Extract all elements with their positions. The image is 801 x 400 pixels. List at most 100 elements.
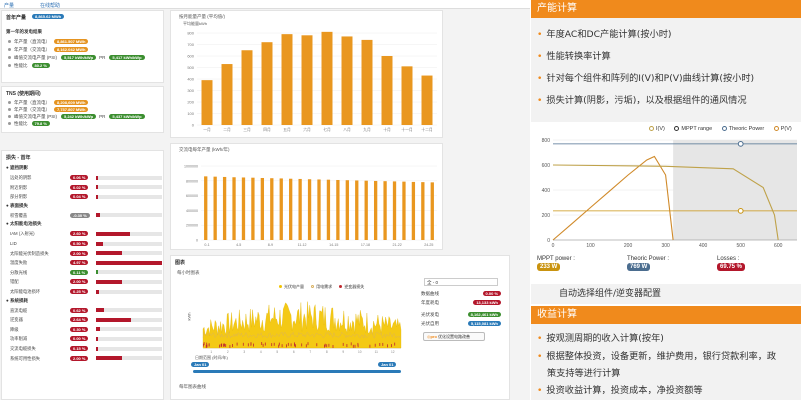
feature-list: • 按观测周期的收入计算(按年) • 根据整体投资，设备更新，维护费用，银行贷款利率… (531, 324, 801, 400)
x-tick-label: 二月 (223, 127, 231, 132)
bar (222, 176, 227, 240)
series-select[interactable]: 全 - 0 (424, 278, 498, 286)
loss-bar-track (96, 336, 162, 341)
inverter-loss-mark (294, 342, 295, 346)
loss-value: 2.00 % (70, 250, 89, 256)
bullet-icon (8, 40, 11, 43)
inverter-loss-mark (242, 342, 244, 346)
date-range-slider[interactable] (193, 370, 401, 373)
bullet-icon (8, 101, 11, 104)
loss-row: 分散光线 0.11 % (8, 269, 162, 276)
inverter-loss-mark (382, 342, 384, 346)
x-tick-label: 12 (391, 350, 395, 354)
bar (411, 181, 416, 240)
y-tick-label: 0 (196, 239, 198, 243)
loss-bar-track (96, 308, 162, 313)
inverter-loss-mark (387, 344, 388, 348)
inverter-loss-mark (271, 343, 273, 347)
inverter-loss-mark (369, 344, 371, 348)
loss-row: 错配 2.00 % (8, 278, 162, 285)
loss-row: 温度失败 4.97 % (8, 259, 162, 266)
loss-value: 2.00 % (70, 279, 89, 285)
loss-row: 太阳能光伏制造损失 2.00 % (8, 250, 162, 257)
loss-value: 0.06 % (70, 175, 89, 180)
optimize-button[interactable]: ◎pro 优化设置电路改善 (423, 332, 485, 341)
inverter-loss-mark (342, 342, 344, 346)
bar (321, 31, 333, 126)
online-help-link[interactable]: 在线帮助 (40, 2, 60, 9)
theoric-point (737, 140, 744, 147)
inverter-loss-mark (379, 342, 381, 346)
panel-title: TNS (使用期间) (6, 91, 41, 97)
list-item: • 按观测周期的收入计算(按年) (537, 333, 664, 344)
inverter-loss-mark (286, 344, 287, 348)
loss-bar-track (96, 231, 162, 236)
y-tick-label: 200 (187, 100, 194, 105)
y-tick-label: 300 (187, 88, 194, 93)
iv-caption: 自动选择组件/逆变器配置 (559, 289, 662, 299)
bullet-icon (8, 64, 11, 67)
loss-label: IAM (入射光) (10, 231, 35, 237)
inverter-loss-mark (394, 342, 396, 346)
x-tick-label: 21-22 (393, 243, 402, 247)
stat-row: 峰值交流电产量 (PSI) 5,242 kWh/kWp PR 5,437 kWh/kW… (8, 113, 145, 120)
loss-bar-track (96, 317, 162, 322)
bar (373, 180, 378, 240)
loss-value: 0.00 % (70, 336, 89, 342)
bar (241, 50, 253, 125)
inverter-loss-mark (261, 342, 263, 346)
inverter-loss-mark (281, 344, 283, 348)
loss-bar-track (96, 270, 162, 275)
y-tick-label: 200000 (186, 224, 198, 228)
revenue-section: 收益计算 • 按观测周期的收入计算(按年) • 根据整体投资，设备更新，维护费用，银… (531, 306, 801, 400)
loss-bar-track (96, 241, 162, 246)
bar (289, 178, 293, 240)
loss-label: 降级 (10, 326, 19, 332)
range-end-handle[interactable]: Jan 01 (378, 362, 397, 367)
loss-value: 2.64 % (70, 317, 89, 323)
x-tick-label: 7 (309, 350, 311, 354)
inverter-loss-mark (250, 342, 252, 346)
loss-section-title: ● 表面损失 (6, 202, 28, 208)
loss-bar-track (96, 346, 162, 351)
y-tick-label: 800 (187, 31, 194, 36)
bar (232, 177, 236, 240)
loss-row: 功率削减 0.00 % (8, 335, 162, 342)
breadcrumb-production[interactable]: 产量 (4, 2, 14, 9)
y-tick-label: 700 (187, 42, 194, 47)
inverter-loss-mark (352, 344, 354, 348)
bar (336, 179, 340, 240)
bar (221, 64, 233, 125)
inverter-loss-mark (208, 343, 210, 347)
loss-value: 0.50 % (70, 241, 89, 246)
inverter-loss-mark (247, 343, 249, 347)
loss-label: 逆变器 (10, 317, 23, 323)
stat-row: 年产量（交流电） 7,737.807 MWh (8, 106, 89, 113)
head-value-badge: 8,865.62 MWh (32, 14, 65, 19)
range-start-handle[interactable]: Jan 01 (191, 362, 210, 367)
x-tick-label: 300 (661, 243, 670, 249)
x-tick-label: 17-18 (361, 243, 370, 247)
loss-bar-track (96, 185, 162, 190)
loss-bar-fill (96, 231, 131, 236)
capacity-section: 产能计算 • 年度AC和DC产能计算(按小时) • 性能转换率计算 • 针对每个组件和… (531, 0, 801, 122)
feature-list: • 年度AC和DC产能计算(按小时) • 性能转换率计算 • 针对每个组件和阵列的I(… (531, 18, 801, 122)
pro-logo-icon: ◎pro (427, 334, 437, 339)
x-tick-label: 14-15 (329, 243, 338, 247)
bar (260, 177, 265, 240)
inverter-loss-mark (357, 342, 359, 346)
x-tick-label: 八月 (343, 127, 351, 132)
first-year-production-panel: 首年产量 8,865.62 MWh 第一年的发电结果 年产量（直流电） 8,861… (1, 10, 164, 83)
y-tick-label: 0 (547, 238, 550, 244)
loss-row: 太阳能电池损坏 0.25 % (8, 288, 162, 295)
loss-bar-fill (96, 327, 100, 332)
loss-bar-track (96, 251, 162, 256)
inverter-loss-mark (332, 344, 334, 348)
loss-bar-fill (96, 346, 98, 351)
side-stat-row: 光伏自用 5,115,081 kWh (421, 320, 501, 327)
loss-label: 错配 (10, 279, 19, 285)
bar (326, 179, 331, 240)
loss-label: 温度失败 (10, 260, 28, 266)
loss-label: 积雪覆盖 (10, 212, 28, 218)
inverter-loss-mark (206, 344, 208, 348)
